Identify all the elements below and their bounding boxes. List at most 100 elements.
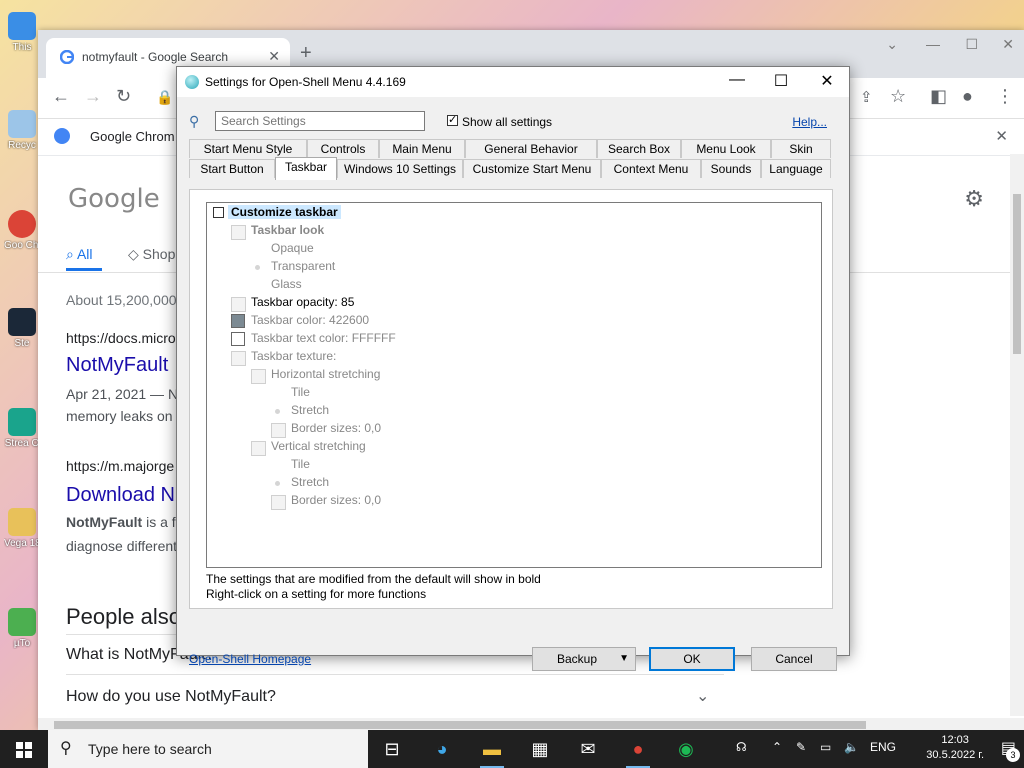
close-icon[interactable]: ✕ — [807, 71, 847, 91]
tab-customize-start-menu[interactable]: Customize Start Menu — [463, 159, 601, 178]
share-icon[interactable]: ⇪ — [860, 88, 873, 106]
result-url[interactable]: https://docs.micro — [66, 330, 176, 346]
chevron-down-icon[interactable]: ⌄ — [886, 36, 898, 53]
desktop-icon-streamlabs[interactable]: Strea O — [4, 408, 40, 449]
settings-gear-icon[interactable]: ⚙ — [964, 186, 984, 212]
question-item[interactable]: How do you use NotMyFault? — [66, 688, 276, 706]
dialog-titlebar[interactable]: Settings for Open-Shell Menu 4.4.169 — ☐… — [177, 67, 849, 97]
tree-item-opaque[interactable]: Opaque — [271, 241, 314, 255]
tab-taskbar[interactable]: Taskbar — [275, 157, 337, 180]
chevron-up-icon[interactable]: ⌃ — [772, 740, 782, 754]
open-shell-homepage-link[interactable]: Open-Shell Homepage — [189, 652, 311, 666]
cancel-button[interactable]: Cancel — [751, 647, 837, 671]
windows-logo-icon — [16, 751, 23, 758]
tab-general-behavior[interactable]: General Behavior — [465, 139, 597, 158]
tab-start-menu-style[interactable]: Start Menu Style — [189, 139, 307, 158]
back-icon[interactable]: ← — [52, 86, 70, 107]
tree-item-horizontal-stretching[interactable]: Horizontal stretching — [271, 367, 380, 381]
vertical-scrollbar[interactable] — [1010, 154, 1024, 716]
desktop-icon-chrome[interactable]: Goo Chr — [4, 210, 40, 251]
people-icon[interactable]: ☊ — [736, 740, 747, 754]
windows-logo-icon — [16, 742, 23, 749]
desktop-icon-utorrent[interactable]: µTo — [4, 608, 40, 649]
backup-button[interactable]: Backup ▼ — [532, 647, 636, 671]
settings-tree[interactable]: Customize taskbar Taskbar look Opaque Tr… — [206, 202, 822, 568]
desktop-icon-steam[interactable]: Ste — [4, 308, 40, 349]
tree-item-transparent[interactable]: Transparent — [271, 259, 335, 273]
reload-icon[interactable]: ↻ — [116, 86, 131, 107]
task-view-icon[interactable]: ⊟ — [372, 734, 412, 764]
tab-language[interactable]: Language — [761, 159, 831, 178]
bookmark-star-icon[interactable]: ☆ — [890, 86, 906, 107]
profile-avatar-icon[interactable]: ● — [962, 86, 973, 107]
result-title[interactable]: Download N — [66, 484, 175, 507]
store-icon[interactable]: ▦ — [520, 734, 560, 764]
dialog-body: ⚲ Show all settings Help... Start Menu S… — [177, 97, 849, 671]
tree-item-glass[interactable]: Glass — [271, 277, 302, 291]
close-tab-icon[interactable]: ✕ — [268, 48, 280, 65]
start-button[interactable] — [0, 730, 48, 768]
tree-item-tile[interactable]: Tile — [291, 385, 310, 399]
result-url[interactable]: https://m.majorge — [66, 458, 174, 474]
tab-shopping[interactable]: ◇ Shop — [128, 246, 175, 263]
result-title[interactable]: NotMyFault — [66, 354, 168, 377]
minimize-icon[interactable]: — — [717, 71, 757, 89]
tree-item-customize-taskbar[interactable]: Customize taskbar — [228, 205, 341, 219]
scrollbar-thumb[interactable] — [1013, 194, 1021, 354]
scrollbar-thumb[interactable] — [54, 721, 866, 729]
tab-main-menu[interactable]: Main Menu — [379, 139, 465, 158]
horizontal-scrollbar[interactable] — [38, 718, 1024, 730]
maximize-icon[interactable]: ☐ — [761, 71, 801, 91]
tab-controls[interactable]: Controls — [307, 139, 379, 158]
tree-item-taskbar-opacity[interactable]: Taskbar opacity: 85 — [251, 295, 354, 309]
tree-item-vertical-stretching[interactable]: Vertical stretching — [271, 439, 366, 453]
ok-button[interactable]: OK — [649, 647, 735, 671]
tree-item-taskbar-look[interactable]: Taskbar look — [251, 223, 324, 237]
chrome-taskbar-icon[interactable]: ● — [618, 734, 658, 768]
google-logo[interactable]: Google — [68, 184, 160, 214]
tab-start-button[interactable]: Start Button — [189, 159, 275, 178]
network-icon[interactable]: ▭ — [820, 740, 831, 754]
maximize-icon[interactable]: ☐ — [965, 36, 978, 53]
forward-icon[interactable]: → — [84, 86, 102, 107]
file-explorer-icon[interactable]: ▬ — [472, 734, 512, 768]
tree-item-tile[interactable]: Tile — [291, 457, 310, 471]
feather-icon[interactable]: ✎ — [796, 740, 806, 754]
side-panel-icon[interactable]: ◧ — [930, 86, 947, 107]
tree-item-stretch[interactable]: Stretch — [291, 403, 329, 417]
tab-all[interactable]: ⌕ All — [66, 246, 93, 263]
tab-sounds[interactable]: Sounds — [701, 159, 761, 178]
desktop-icon-vegas[interactable]: Vega 18.0 ( — [4, 508, 40, 549]
tree-item-taskbar-color[interactable]: Taskbar color: 422600 — [251, 313, 369, 327]
edge-icon[interactable]: ◕ — [422, 734, 462, 764]
close-infobar-icon[interactable]: ✕ — [995, 127, 1008, 145]
new-tab-button[interactable]: + — [300, 42, 312, 65]
more-menu-icon[interactable]: ⋮ — [996, 86, 1014, 107]
chevron-down-icon[interactable]: ⌄ — [696, 686, 709, 706]
search-settings-input[interactable] — [215, 111, 425, 131]
clock[interactable]: 12:03 30.5.2022 г. — [926, 733, 984, 763]
tree-item-stretch[interactable]: Stretch — [291, 475, 329, 489]
spotify-icon[interactable]: ◉ — [666, 734, 706, 764]
tree-item-border-sizes[interactable]: Border sizes: 0,0 — [291, 421, 381, 435]
language-indicator[interactable]: ENG — [870, 740, 896, 754]
tab-context-menu[interactable]: Context Menu — [601, 159, 701, 178]
help-link[interactable]: Help... — [792, 115, 827, 129]
active-tab-underline — [66, 268, 102, 271]
mail-icon[interactable]: ✉ — [568, 734, 608, 764]
minimize-icon[interactable]: — — [926, 36, 940, 52]
desktop-icon-this-pc[interactable]: This — [4, 12, 40, 53]
desktop-icon-recycle-bin[interactable]: Recyc — [4, 110, 40, 151]
volume-icon[interactable]: 🔈 — [844, 740, 859, 754]
tree-item-border-sizes[interactable]: Border sizes: 0,0 — [291, 493, 381, 507]
show-all-settings-checkbox[interactable] — [447, 113, 458, 126]
tab-windows-10-settings[interactable]: Windows 10 Settings — [337, 159, 463, 178]
tab-skin[interactable]: Skin — [771, 139, 831, 158]
close-icon[interactable]: ✕ — [1002, 36, 1014, 53]
customize-taskbar-checkbox[interactable] — [213, 207, 224, 218]
tree-item-taskbar-text-color[interactable]: Taskbar text color: FFFFFF — [251, 331, 396, 345]
taskbar-search-box[interactable]: ⚲ Type here to search — [48, 730, 368, 768]
tab-search-box[interactable]: Search Box — [597, 139, 681, 158]
tab-menu-look[interactable]: Menu Look — [681, 139, 771, 158]
tree-item-taskbar-texture[interactable]: Taskbar texture: — [251, 349, 336, 363]
